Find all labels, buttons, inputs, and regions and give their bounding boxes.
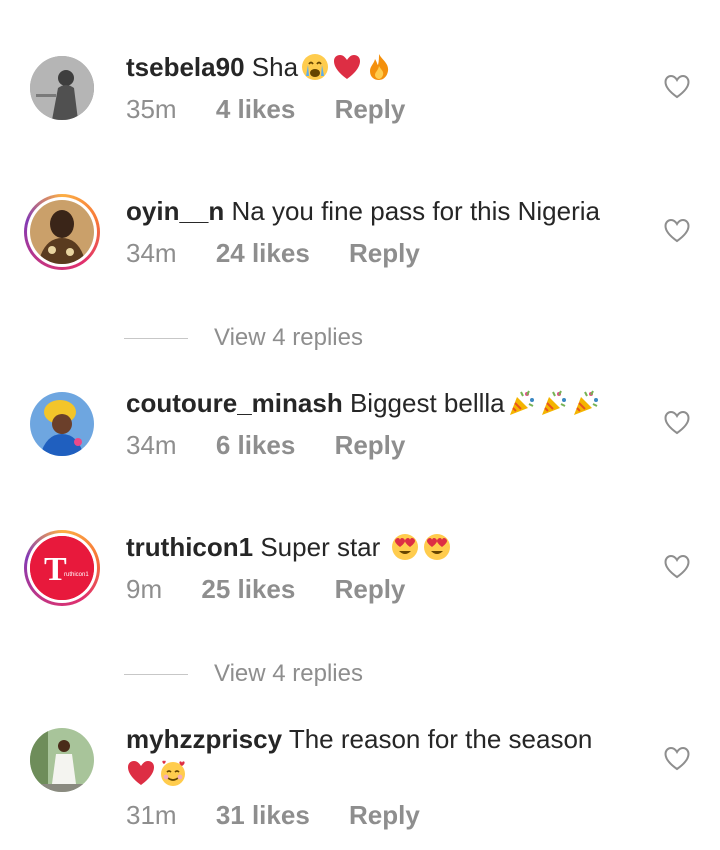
red-heart-icon — [128, 761, 154, 785]
avatar[interactable] — [30, 200, 94, 264]
view-replies-label[interactable]: View 4 replies — [214, 324, 363, 351]
svg-text:ruthicon1: ruthicon1 — [64, 572, 89, 578]
avatar-story-ring[interactable]: T ruthicon1 — [24, 530, 100, 606]
reply-button[interactable]: Reply — [335, 430, 406, 460]
divider-line — [124, 674, 188, 676]
truthicon-logo-icon: T ruthicon1 — [30, 536, 94, 600]
comment-text: myhzzpriscy The reason for the season — [126, 722, 630, 790]
comment-time: 35m — [126, 94, 177, 124]
comment-meta: 34m 24 likes Reply — [126, 238, 630, 269]
comment-text: truthicon1 Super star — [126, 530, 630, 564]
comment-text: tsebela90 Sha — [126, 50, 630, 84]
comment-body: Na you fine pass for this Nigeria — [231, 196, 600, 226]
comment-meta: 34m 6 likes Reply — [126, 430, 630, 461]
reply-button[interactable]: Reply — [335, 574, 406, 604]
avatar[interactable] — [30, 728, 94, 792]
like-heart-icon[interactable] — [664, 410, 690, 436]
heart-eyes-emoji-icon — [391, 534, 418, 560]
likes-count[interactable]: 31 likes — [216, 800, 310, 830]
comment-meta: 9m 25 likes Reply — [126, 574, 630, 605]
likes-count[interactable]: 25 likes — [201, 574, 295, 604]
party-popper-icon — [509, 390, 534, 415]
comment-username[interactable]: truthicon1 — [126, 532, 253, 562]
likes-count[interactable]: 24 likes — [216, 238, 310, 268]
avatar[interactable] — [30, 392, 94, 456]
likes-count[interactable]: 4 likes — [216, 94, 296, 124]
view-replies-button[interactable]: View 4 replies — [124, 660, 363, 688]
like-heart-icon[interactable] — [664, 74, 690, 100]
view-replies-button[interactable]: View 4 replies — [124, 324, 363, 352]
comment-body: Sha — [251, 52, 299, 82]
avatar[interactable] — [30, 56, 94, 120]
comment-time: 34m — [126, 238, 177, 268]
comment-username[interactable]: tsebela90 — [126, 52, 245, 82]
avatar-story-ring[interactable] — [24, 194, 100, 270]
reply-button[interactable]: Reply — [349, 238, 420, 268]
comment-body: The reason for the season — [288, 724, 593, 754]
smiling-hearts-emoji-icon — [161, 760, 185, 786]
avatar[interactable]: T ruthicon1 — [30, 536, 94, 600]
comment-text: oyin__n Na you fine pass for this Nigeri… — [126, 194, 630, 228]
red-heart-icon — [334, 55, 361, 79]
comment-time: 9m — [126, 574, 163, 604]
comment-username[interactable]: oyin__n — [126, 196, 224, 226]
heart-eyes-emoji-icon — [423, 534, 450, 560]
comment-body: Super star — [260, 532, 381, 562]
likes-count[interactable]: 6 likes — [216, 430, 296, 460]
comment-time: 31m — [126, 800, 177, 830]
like-heart-icon[interactable] — [664, 554, 690, 580]
comment-meta: 31m 31 likes Reply — [126, 800, 630, 831]
like-heart-icon[interactable] — [664, 746, 690, 772]
comment-body: Biggest bellla — [349, 388, 505, 418]
view-replies-label[interactable]: View 4 replies — [214, 660, 363, 687]
comment-username[interactable]: myhzzpriscy — [126, 724, 282, 754]
svg-text:T: T — [44, 551, 67, 588]
comment-username[interactable]: coutoure_minash — [126, 388, 343, 418]
comment-meta: 35m 4 likes Reply — [126, 94, 630, 125]
party-popper-icon — [541, 390, 566, 415]
reply-button[interactable]: Reply — [349, 800, 420, 830]
comment-time: 34m — [126, 430, 177, 460]
party-popper-icon — [573, 390, 598, 415]
divider-line — [124, 338, 188, 340]
fire-icon — [370, 54, 389, 80]
like-heart-icon[interactable] — [664, 218, 690, 244]
reply-button[interactable]: Reply — [335, 94, 406, 124]
comment-text: coutoure_minash Biggest bellla — [126, 386, 630, 420]
crying-emoji-icon — [302, 54, 329, 80]
